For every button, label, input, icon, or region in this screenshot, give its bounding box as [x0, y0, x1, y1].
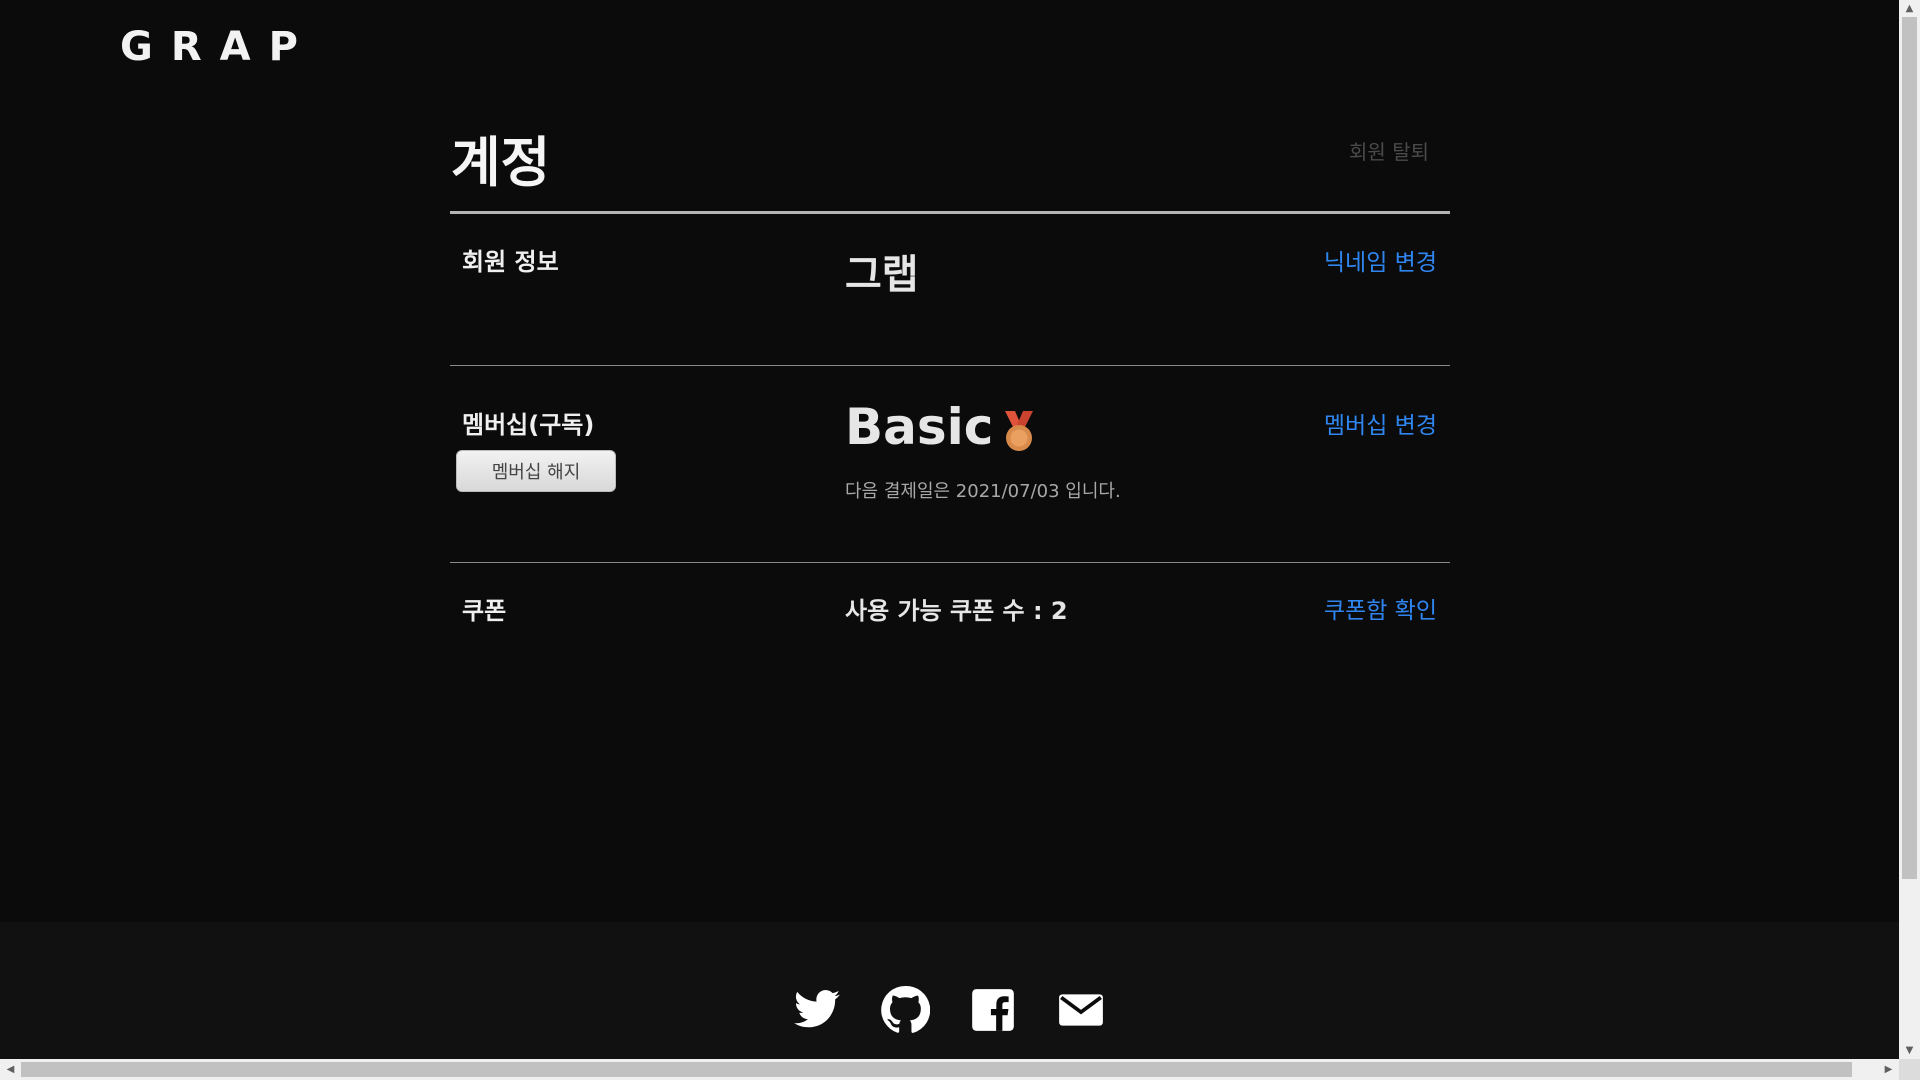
scrollbar-corner	[1899, 1059, 1920, 1080]
twitter-icon[interactable]	[792, 985, 842, 1035]
horizontal-scrollbar[interactable]: ◀ ▶	[0, 1059, 1899, 1080]
horizontal-scroll-thumb[interactable]	[21, 1062, 1852, 1077]
nickname: 그랩	[845, 252, 919, 298]
scroll-down-icon[interactable]: ▼	[1899, 1042, 1920, 1059]
scroll-up-icon[interactable]: ▲	[1899, 0, 1920, 17]
coupon-label: 쿠폰	[462, 597, 507, 625]
plan-name: Basic	[845, 398, 994, 456]
facebook-icon[interactable]	[968, 985, 1018, 1035]
mail-icon[interactable]	[1056, 985, 1106, 1035]
vertical-scrollbar[interactable]: ▲ ▼	[1899, 0, 1920, 1059]
available-coupons: 사용 가능 쿠폰 수 : 2	[845, 597, 1068, 625]
page: GRAP 계정 회원 탈퇴 회원 정보 그랩 닉네임 변경 멤버십(구독) 멤버…	[0, 0, 1899, 1059]
divider	[450, 365, 1450, 366]
logo[interactable]: GRAP	[120, 24, 316, 70]
vertical-scroll-thumb[interactable]	[1902, 17, 1917, 879]
page-title: 계정	[451, 131, 551, 194]
scroll-left-icon[interactable]: ◀	[0, 1059, 21, 1080]
scroll-right-icon[interactable]: ▶	[1878, 1059, 1899, 1080]
membership-plan: Basic	[845, 398, 1037, 456]
cancel-membership-button[interactable]: 멤버십 해지	[456, 450, 616, 492]
withdraw-link[interactable]: 회원 탈퇴	[1349, 136, 1429, 165]
bronze-medal-icon	[1001, 407, 1037, 451]
change-membership-link[interactable]: 멤버십 변경	[1324, 406, 1437, 440]
membership-label: 멤버십(구독)	[462, 411, 595, 439]
divider	[450, 562, 1450, 563]
next-payment-date: 다음 결제일은 2021/07/03 입니다.	[845, 481, 1121, 502]
member-info-label: 회원 정보	[462, 248, 559, 276]
github-icon[interactable]	[880, 985, 931, 1035]
footer	[0, 922, 1899, 1059]
title-divider	[450, 211, 1450, 214]
change-nickname-link[interactable]: 닉네임 변경	[1324, 243, 1437, 277]
check-coupons-link[interactable]: 쿠폰함 확인	[1324, 591, 1437, 625]
